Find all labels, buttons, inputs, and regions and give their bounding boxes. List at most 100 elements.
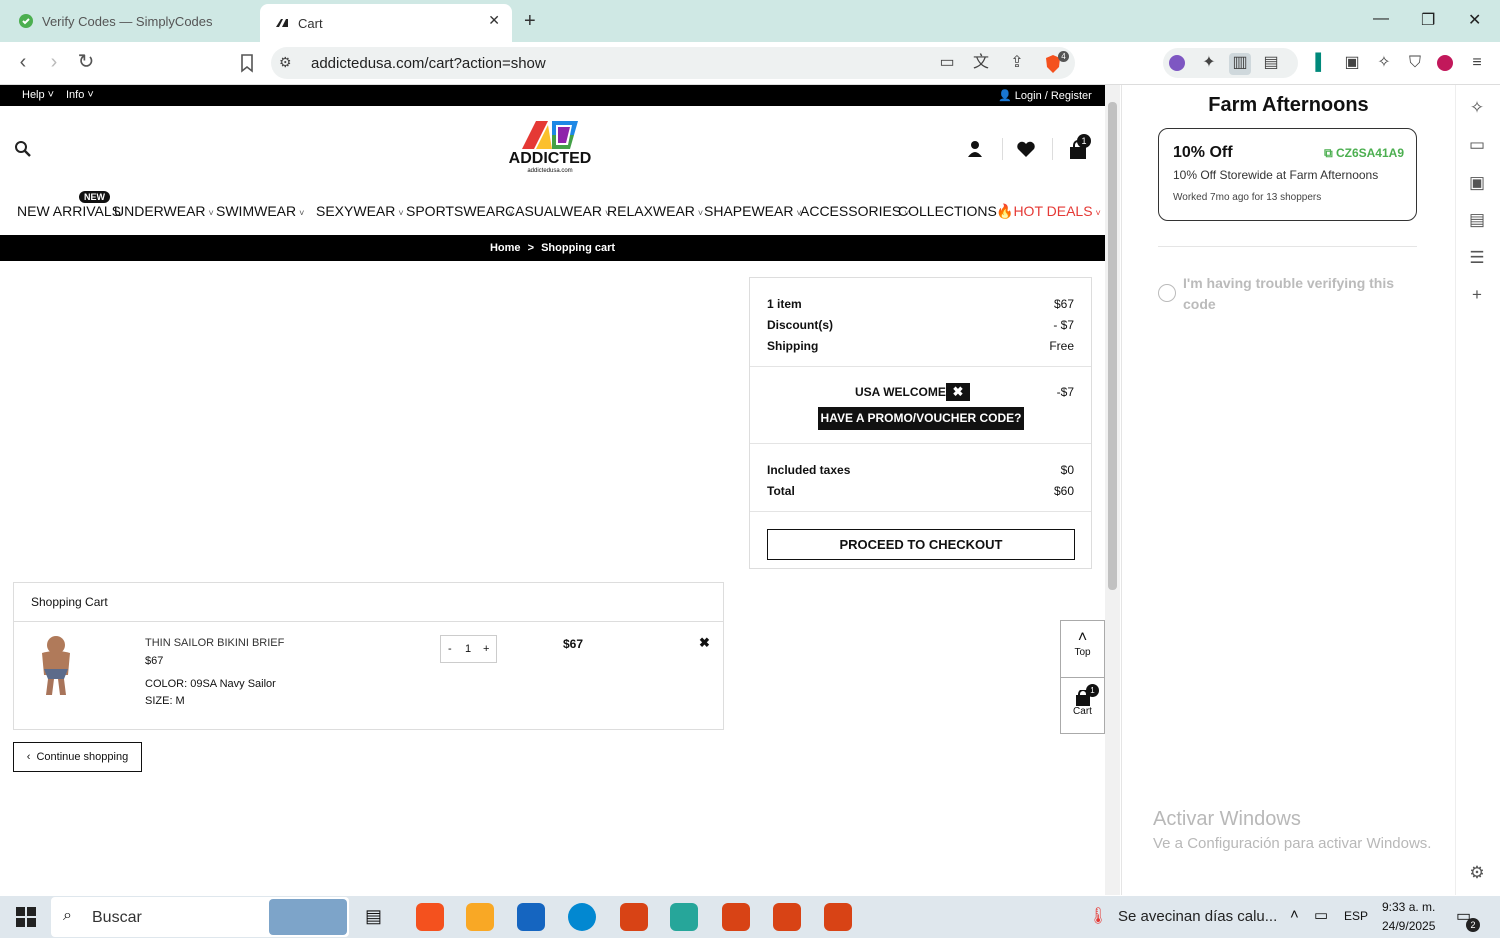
- rewards-icon[interactable]: [1435, 53, 1457, 75]
- menu-underwear[interactable]: UNDERWEAR ˅: [114, 203, 214, 219]
- cart-count-badge: 1: [1077, 134, 1091, 148]
- menu-sportswear[interactable]: SPORTSWEAR ˅: [406, 203, 514, 219]
- trouble-radio[interactable]: [1158, 284, 1176, 302]
- translate-icon[interactable]: 文: [970, 53, 992, 75]
- back-to-top-button[interactable]: ˄ Top: [1060, 620, 1105, 678]
- windows-start-icon[interactable]: [16, 907, 36, 927]
- qty-increase-button[interactable]: +: [483, 643, 489, 655]
- sidebar-toggle-icon[interactable]: ▥: [1229, 53, 1251, 75]
- menu-new-arrivals[interactable]: NEW ARRIVALS: [17, 203, 121, 219]
- search-highlight-image: [269, 899, 347, 935]
- reading-list-icon[interactable]: ▭: [1466, 134, 1488, 156]
- shields-badge: 4: [1058, 51, 1069, 62]
- menu-accessories[interactable]: ACCESSORIES ˅: [800, 203, 909, 219]
- offer-card[interactable]: 10% Off ⧉ CZ6SA41A9 10% Off Storewide at…: [1158, 128, 1417, 221]
- bookmarks-icon[interactable]: ▤: [1466, 209, 1488, 231]
- site-info-icon[interactable]: ⚙: [279, 54, 292, 71]
- menu-hot-deals[interactable]: 🔥HOT DEALS ˅: [996, 203, 1101, 220]
- clock-date[interactable]: 24/9/2025: [1382, 919, 1435, 933]
- reader-icon[interactable]: ▤: [1260, 53, 1282, 75]
- search-icon[interactable]: [14, 140, 32, 158]
- remove-item-icon[interactable]: ✖: [699, 635, 710, 651]
- weather-text[interactable]: Se avecinan días calu...: [1118, 908, 1277, 925]
- scrollbar-thumb[interactable]: [1108, 102, 1117, 590]
- menu-sexywear[interactable]: SEXYWEAR ˅: [316, 203, 404, 219]
- menu-icon[interactable]: ≡: [1466, 53, 1488, 75]
- close-window-icon[interactable]: ✕: [1468, 10, 1481, 30]
- reload-icon[interactable]: ↻: [75, 52, 97, 74]
- app-icon[interactable]: [670, 903, 698, 931]
- tab-simplycodes[interactable]: Verify Codes — SimplyCodes: [8, 5, 256, 37]
- wallet-icon[interactable]: ▣: [1341, 53, 1363, 75]
- side-panel-icon[interactable]: ▌: [1310, 53, 1332, 75]
- offer-worked: Worked 7mo ago for 13 shoppers: [1173, 192, 1322, 203]
- store-icon[interactable]: [517, 903, 545, 931]
- leo-ai-icon[interactable]: ✧: [1373, 53, 1395, 75]
- file-explorer-icon[interactable]: [466, 903, 494, 931]
- divider: [1052, 138, 1053, 160]
- info-menu[interactable]: Info ˅: [66, 89, 94, 101]
- edge-icon[interactable]: [568, 903, 596, 931]
- add-panel-icon[interactable]: +: [1466, 284, 1488, 306]
- brave-window-icon[interactable]: [722, 903, 750, 931]
- close-tab-icon[interactable]: ✕: [488, 12, 500, 29]
- menu-relaxwear[interactable]: RELAXWEAR ˅: [607, 203, 703, 219]
- vpn-icon[interactable]: ⛉: [1404, 53, 1426, 75]
- restore-icon[interactable]: ❐: [1421, 10, 1435, 30]
- brave-window-icon[interactable]: [824, 903, 852, 931]
- qty-decrease-button[interactable]: -: [448, 643, 452, 655]
- promo-code-button[interactable]: HAVE A PROMO/VOUCHER CODE?: [818, 407, 1024, 430]
- extensions-puzzle-icon[interactable]: ✦: [1198, 53, 1220, 75]
- help-menu[interactable]: Help ˅: [22, 89, 54, 101]
- wishlist-icon[interactable]: [1016, 140, 1036, 158]
- copy-icon: ⧉: [1324, 146, 1336, 160]
- task-view-icon[interactable]: ▤: [365, 906, 382, 927]
- remove-coupon-button[interactable]: ✖: [946, 383, 970, 401]
- clock-time[interactable]: 9:33 a. m.: [1382, 900, 1435, 914]
- new-tab-icon[interactable]: +: [524, 10, 536, 33]
- divider: [750, 366, 1091, 367]
- taskbar-search[interactable]: ⌕ Buscar: [51, 897, 349, 937]
- menu-swimwear[interactable]: SWIMWEAR ˅: [216, 203, 304, 219]
- addicted-favicon-icon: [274, 15, 290, 31]
- brave-window-icon[interactable]: [620, 903, 648, 931]
- continue-shopping-button[interactable]: ‹ Continue shopping: [13, 742, 142, 772]
- forward-icon[interactable]: ›: [43, 52, 65, 74]
- minimize-icon[interactable]: —: [1373, 10, 1389, 28]
- site-logo[interactable]: ADDICTED addictedusa.com: [500, 117, 600, 177]
- simplycodes-extension-icon[interactable]: [1167, 53, 1189, 75]
- floating-cart-button[interactable]: Cart 1: [1060, 678, 1105, 734]
- product-thumbnail[interactable]: [34, 635, 79, 695]
- menu-collections[interactable]: COLLECTIONS ˅: [898, 203, 1005, 219]
- language-indicator[interactable]: ESP: [1344, 909, 1368, 923]
- brave-window-icon[interactable]: [773, 903, 801, 931]
- menu-shapewear[interactable]: SHAPEWEAR ˅: [704, 203, 802, 219]
- store-name: Farm Afternoons: [1208, 94, 1369, 116]
- product-name[interactable]: THIN SAILOR BIKINI BRIEF: [145, 637, 284, 649]
- tab-cart[interactable]: Cart ✕: [260, 4, 512, 42]
- menu-casualwear[interactable]: CASUALWEAR ˅: [505, 203, 610, 219]
- divider: [750, 443, 1091, 444]
- checkout-button[interactable]: PROCEED TO CHECKOUT: [767, 529, 1075, 560]
- offer-code[interactable]: ⧉ CZ6SA41A9: [1324, 146, 1404, 161]
- leo-ai-icon[interactable]: ✧: [1466, 97, 1488, 119]
- login-link[interactable]: 👤 Login / Register: [998, 89, 1092, 102]
- wallet-icon[interactable]: ▣: [1466, 172, 1488, 194]
- share-icon[interactable]: ⇪: [1006, 53, 1028, 75]
- network-icon[interactable]: ▭: [1314, 906, 1328, 924]
- account-icon[interactable]: [966, 140, 984, 158]
- summary-shipping-row: Shipping Free: [767, 339, 1074, 353]
- bookmark-icon[interactable]: [236, 52, 258, 74]
- book-icon[interactable]: ☰: [1466, 247, 1488, 269]
- logo-subtext: addictedusa.com: [527, 168, 573, 174]
- brave-taskbar-icon[interactable]: [416, 903, 444, 931]
- quantity-stepper: - 1 +: [440, 635, 497, 663]
- tray-chevron-icon[interactable]: ˄: [1290, 906, 1299, 923]
- back-icon[interactable]: ‹: [12, 52, 34, 74]
- breadcrumb-current: Shopping cart: [541, 242, 616, 254]
- breadcrumb-home[interactable]: Home: [490, 242, 521, 254]
- qty-value[interactable]: 1: [465, 643, 471, 655]
- settings-gear-icon[interactable]: ⚙: [1466, 862, 1488, 884]
- offer-title: 10% Off: [1173, 144, 1233, 161]
- cast-icon[interactable]: ▭: [936, 53, 958, 75]
